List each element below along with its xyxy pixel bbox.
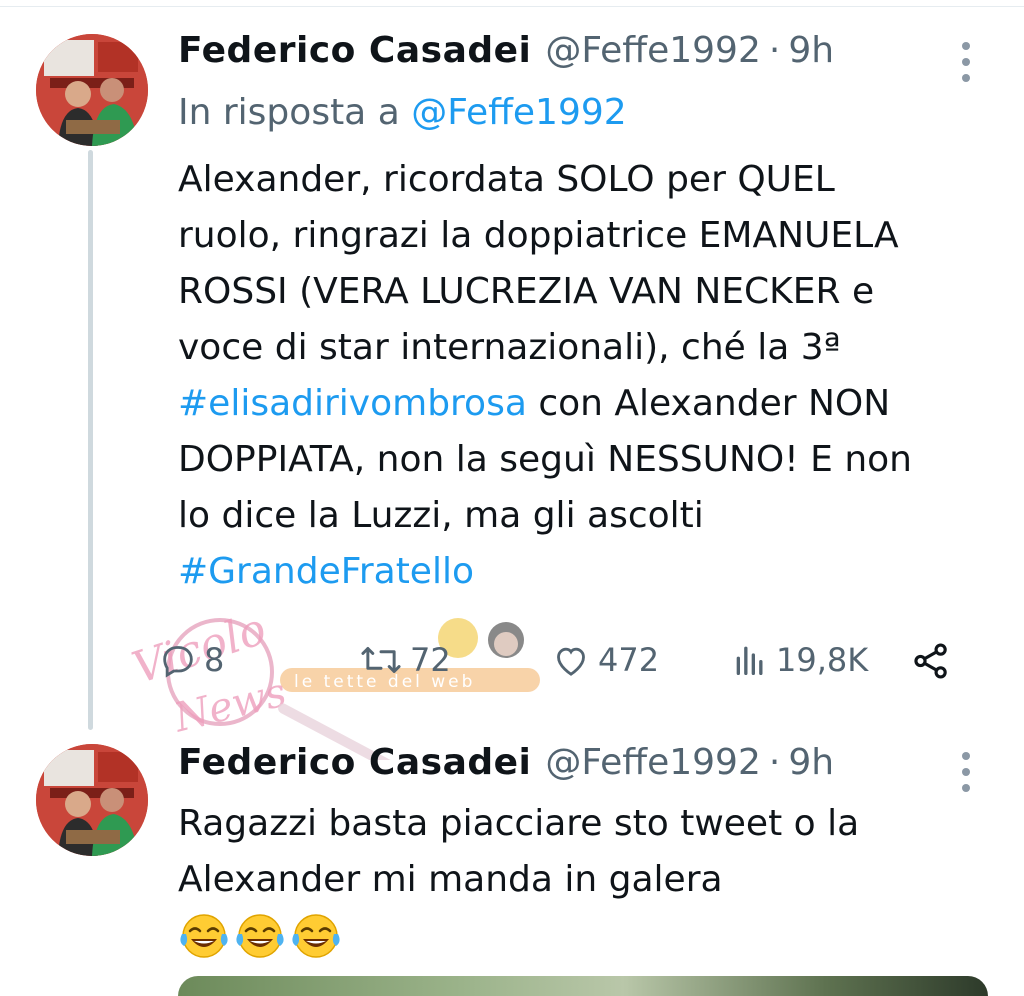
hashtag-link[interactable]: #GrandeFratello: [178, 544, 988, 600]
reply-prefix: In risposta a: [178, 92, 400, 133]
tweet-text: Ragazzi basta piacciare sto tweet o la A…: [178, 796, 988, 908]
separator-dot: ·: [768, 30, 781, 71]
like-button[interactable]: 472: [550, 640, 659, 680]
author-avatar[interactable]: [36, 744, 148, 856]
share-button[interactable]: [910, 640, 952, 682]
author-handle[interactable]: @Feffe1992: [545, 742, 760, 783]
author-name[interactable]: Federico Casadei: [178, 30, 531, 71]
more-icon[interactable]: [956, 752, 976, 792]
face-with-tears-of-joy-icon: [236, 914, 284, 958]
reply-context: In risposta a @Feffe1992: [178, 92, 627, 133]
face-with-tears-of-joy-icon: [180, 914, 228, 958]
tweet-line: Ragazzi basta piacciare sto tweet o la: [178, 803, 860, 844]
like-count: 472: [598, 641, 660, 679]
tweet-line-text: con Alexander NON: [526, 383, 891, 424]
timestamp[interactable]: 9h: [788, 30, 834, 71]
retweet-icon: [361, 647, 401, 673]
hashtag-link[interactable]: #elisadirivombrosa: [178, 383, 527, 424]
thread-connector-line: [88, 150, 93, 730]
tweet-actions: 8 72 472 19,8K: [150, 636, 970, 692]
top-divider: [0, 0, 1024, 7]
tweet-line: Alexander mi manda in galera: [178, 859, 723, 900]
author-avatar[interactable]: [36, 34, 148, 146]
timestamp[interactable]: 9h: [788, 742, 834, 783]
author-name[interactable]: Federico Casadei: [178, 742, 531, 783]
reply-icon: [163, 646, 193, 678]
tweet-line: DOPPIATA, non la seguì NESSUNO! E non: [178, 439, 912, 480]
views-button[interactable]: 19,8K: [730, 640, 868, 680]
separator-dot: ·: [768, 742, 781, 783]
like-icon: [557, 647, 585, 676]
reply-count: 8: [204, 641, 225, 679]
tweet-header: Federico Casadei @Feffe1992 · 9h: [178, 30, 834, 71]
more-icon[interactable]: [956, 42, 976, 82]
views-count: 19,8K: [776, 641, 869, 679]
tweet-line: voce di star internazionali), ché la 3ª: [178, 327, 841, 368]
tweet-header: Federico Casadei @Feffe1992 · 9h: [178, 742, 834, 783]
tweet-line: #elisadirivombrosa con Alexander NON: [178, 376, 988, 432]
emoji-row: [178, 912, 342, 960]
retweet-button[interactable]: 72: [358, 640, 451, 680]
media-preview[interactable]: [178, 976, 988, 996]
author-handle[interactable]: @Feffe1992: [545, 30, 760, 71]
views-icon: [736, 646, 763, 675]
tweet-line: ROSSI (VERA LUCREZIA VAN NECKER e: [178, 271, 875, 312]
share-icon: [914, 643, 947, 679]
tweet-text: Alexander, ricordata SOLO per QUEL ruolo…: [178, 152, 988, 600]
tweet-line: Alexander, ricordata SOLO per QUEL: [178, 159, 835, 200]
retweet-count: 72: [410, 641, 451, 679]
reply-handle-link[interactable]: @Feffe1992: [411, 92, 626, 133]
tweet-line: ruolo, ringrazi la doppiatrice EMANUELA: [178, 215, 899, 256]
tweet-line: lo dice la Luzzi, ma gli ascolti: [178, 495, 704, 536]
face-with-tears-of-joy-icon: [292, 914, 340, 958]
reply-button[interactable]: 8: [158, 640, 224, 680]
